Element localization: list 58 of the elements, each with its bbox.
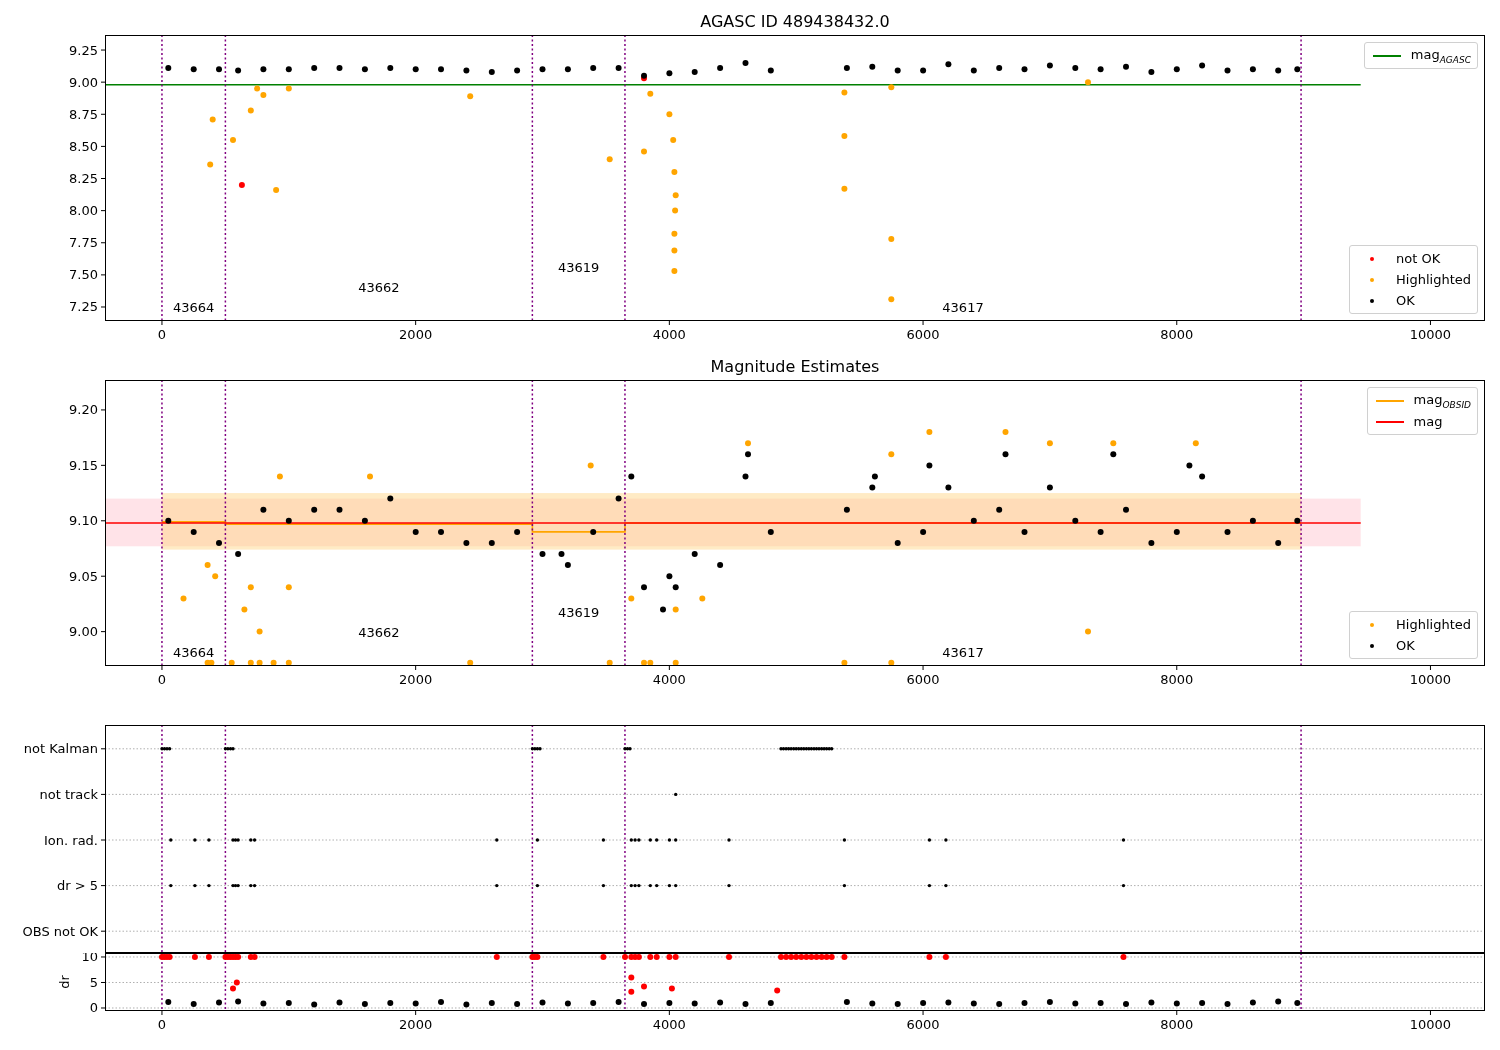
legend-label: not OK xyxy=(1396,251,1441,266)
tick-label: 8.25 xyxy=(69,171,98,186)
tick-label: 7.50 xyxy=(69,267,98,283)
tick-label: 10000 xyxy=(1409,327,1452,342)
legend-label: OK xyxy=(1396,293,1415,308)
tick-label: 6000 xyxy=(906,1017,940,1032)
tick-label: 2000 xyxy=(399,327,433,342)
legend-label: mag$_{OBSID}$ xyxy=(1413,391,1471,410)
obsid-label: 43662 xyxy=(358,280,400,295)
obsid-label: 43617 xyxy=(942,645,984,660)
tick-label: 8000 xyxy=(1160,1017,1194,1032)
flag-label: not Kalman xyxy=(23,741,98,757)
obsid-label: 43664 xyxy=(173,300,215,315)
legend-label: Highlighted xyxy=(1396,272,1471,287)
flag-label: Ion. rad. xyxy=(44,832,98,848)
tick-label: 6000 xyxy=(906,327,940,342)
tick-label: 4000 xyxy=(652,672,686,687)
tick-label: 7.25 xyxy=(69,299,98,315)
chart-title: Magnitude Estimates xyxy=(710,357,880,376)
tick-label: 9.25 xyxy=(69,42,98,58)
tick-label: 10000 xyxy=(1409,672,1452,687)
obsid-label: 43617 xyxy=(942,300,984,315)
tick-label: 4000 xyxy=(652,327,686,342)
tick-label: 0 xyxy=(157,327,167,342)
tick-label: 8.75 xyxy=(69,106,98,122)
tick-label: 8.00 xyxy=(69,203,98,219)
tick-label: 7.75 xyxy=(69,235,98,251)
legend-label: OK xyxy=(1396,638,1415,653)
legend-label: mag$_{AGASC}$ xyxy=(1410,46,1471,65)
tick-label: 9.00 xyxy=(69,624,98,640)
tick-label: 6000 xyxy=(906,672,940,687)
tick-label: 10000 xyxy=(1409,1017,1452,1032)
obsid-label: 43619 xyxy=(558,605,600,620)
tick-label: 4000 xyxy=(652,1017,686,1032)
obsid-label: 43619 xyxy=(558,260,600,275)
tick-label: 9.05 xyxy=(69,568,98,584)
flag-label: OBS not OK xyxy=(22,923,98,939)
axis-title: dr xyxy=(57,975,72,989)
legend-label: Highlighted xyxy=(1396,617,1471,632)
chart-title: AGASC ID 489438432.0 xyxy=(700,12,890,31)
tick-label: 0 xyxy=(89,1000,98,1016)
flag-label: not track xyxy=(39,786,98,802)
tick-label: 9.20 xyxy=(69,402,98,418)
legend-label: mag xyxy=(1413,414,1443,429)
tick-label: 8.50 xyxy=(69,138,98,154)
obsid-label: 43662 xyxy=(358,625,400,640)
tick-label: 0 xyxy=(157,672,167,687)
tick-label: 8000 xyxy=(1160,672,1194,687)
tick-label: 9.15 xyxy=(69,457,98,473)
tick-label: 8000 xyxy=(1160,327,1194,342)
tick-label: 2000 xyxy=(399,1017,433,1032)
tick-label: 9.00 xyxy=(69,74,98,90)
tick-label: 9.10 xyxy=(69,513,98,529)
tick-label: 2000 xyxy=(399,672,433,687)
tick-label: 0 xyxy=(157,1017,167,1032)
obsid-label: 43664 xyxy=(173,645,215,660)
tick-label: 5 xyxy=(89,975,98,990)
flag-label: dr > 5 xyxy=(56,878,98,894)
